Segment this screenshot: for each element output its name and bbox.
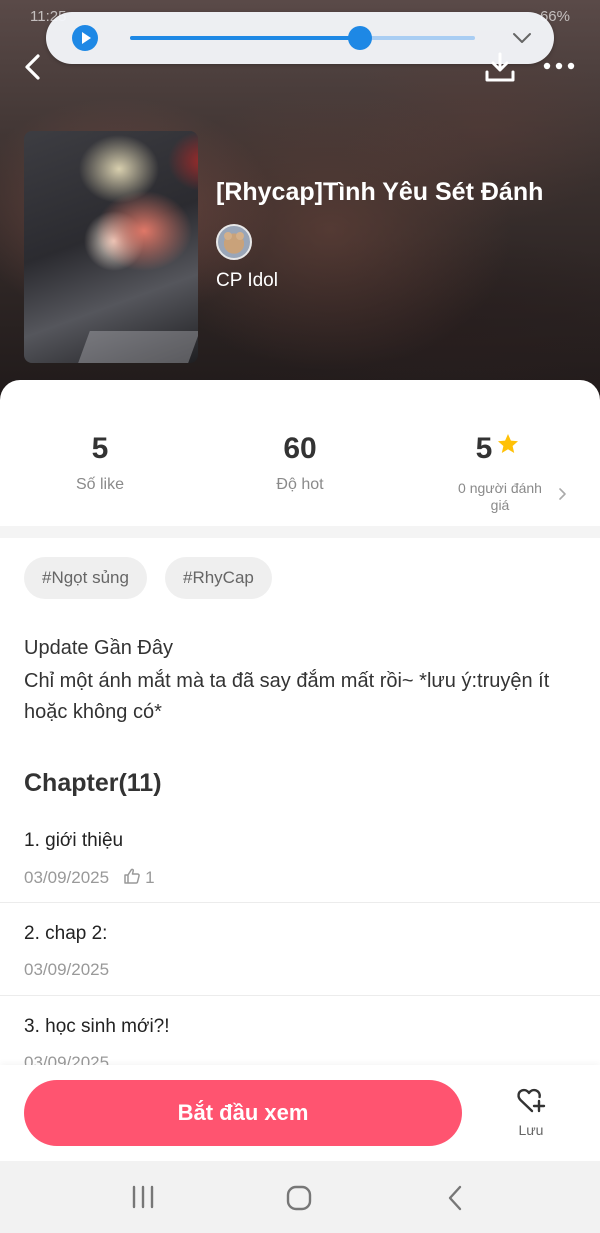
stats-row: 5 Số like 60 Độ hot 5 0 người đánh giá xyxy=(0,380,600,526)
hot-label: Độ hot xyxy=(276,476,324,493)
chapter-title: 3. học sinh mới?! xyxy=(24,1016,170,1037)
back-arrow-icon[interactable] xyxy=(18,52,48,82)
book-title: [Rhycap]Tình Yêu Sét Đánh xyxy=(216,178,544,206)
chapter-meta: 03/09/2025 1 xyxy=(24,867,155,888)
more-options-icon[interactable] xyxy=(540,56,578,76)
chapter-date: 03/09/2025 xyxy=(24,868,110,887)
chevron-down-icon[interactable] xyxy=(510,26,534,50)
book-category[interactable]: CP Idol xyxy=(216,270,278,292)
chapter-title: 1. giới thiệu xyxy=(24,830,124,851)
book-detail-card: 5 Số like 60 Độ hot 5 0 người đánh giá #… xyxy=(0,380,600,1160)
home-icon[interactable] xyxy=(284,1183,314,1213)
synopsis-text: Chỉ một ánh mắt mà ta đã say đắm mất rồi… xyxy=(24,670,550,723)
recent-apps-icon[interactable] xyxy=(128,1185,158,1209)
play-icon[interactable] xyxy=(72,25,98,51)
chapter-heading: Chapter(11) xyxy=(24,769,162,797)
section-divider xyxy=(0,526,600,538)
update-label: Update Gần Đây xyxy=(24,637,173,659)
book-header: 11:25 66% [Rhycap]Tình Yêu Sét Đánh CP I… xyxy=(0,0,600,400)
tag-chip[interactable]: #RhyCap xyxy=(165,557,272,599)
download-icon[interactable] xyxy=(484,50,516,84)
chevron-right-icon[interactable] xyxy=(555,486,569,502)
book-cover-image xyxy=(24,131,198,363)
seek-handle[interactable] xyxy=(348,26,373,50)
seek-slider[interactable] xyxy=(130,26,475,50)
chapter-title: 2. chap 2: xyxy=(24,923,108,944)
thumbs-up-icon xyxy=(124,868,140,884)
star-icon xyxy=(498,434,519,453)
bottom-action-bar: Bắt đầu xem Lưu xyxy=(0,1065,600,1161)
chapter-list: 1. giới thiệu 03/09/2025 1 2. chap 2: 03… xyxy=(0,810,600,1089)
seek-progress xyxy=(130,36,361,40)
stat-likes: 5 Số like xyxy=(0,432,200,494)
chapter-like-count: 1 xyxy=(145,868,155,887)
hot-count: 60 xyxy=(283,432,317,465)
chapter-item[interactable]: 1. giới thiệu 03/09/2025 1 xyxy=(0,810,600,903)
author-avatar[interactable] xyxy=(216,224,252,260)
save-button[interactable]: Lưu xyxy=(500,1085,562,1145)
likes-count: 5 xyxy=(91,432,109,465)
stat-rating[interactable]: 5 xyxy=(398,432,598,466)
rating-value: 5 xyxy=(475,432,493,465)
save-label: Lưu xyxy=(518,1122,544,1138)
chapter-item[interactable]: 2. chap 2: 03/09/2025 xyxy=(0,903,600,996)
heart-plus-icon xyxy=(517,1088,546,1113)
system-back-icon[interactable] xyxy=(444,1184,466,1212)
media-player xyxy=(46,12,554,64)
likes-label: Số like xyxy=(75,476,125,493)
chapter-meta: 03/09/2025 xyxy=(24,960,109,980)
rating-label[interactable]: 0 người đánh giá xyxy=(452,480,548,514)
chapter-date: 03/09/2025 xyxy=(24,960,110,979)
stat-hot: 60 Độ hot xyxy=(200,432,400,494)
system-navigation-bar xyxy=(0,1161,600,1233)
tag-chip[interactable]: #Ngọt sủng xyxy=(24,557,147,599)
start-reading-button[interactable]: Bắt đầu xem xyxy=(24,1080,462,1146)
